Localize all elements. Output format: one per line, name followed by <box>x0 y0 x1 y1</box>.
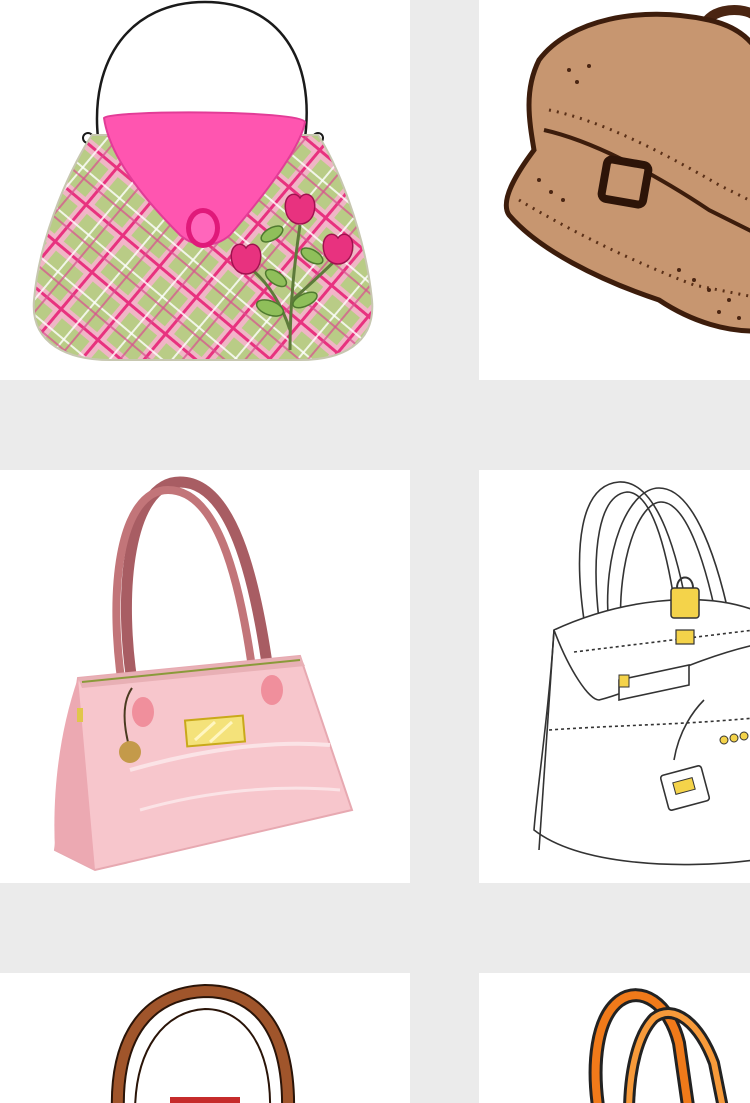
gallery-tile-plaid-handbag[interactable] <box>0 0 410 380</box>
gallery-tile-brown-satchel[interactable] <box>479 0 750 380</box>
gallery-tile-white-birkin[interactable] <box>479 470 750 883</box>
gallery-tile-brown-handle-bag[interactable] <box>0 973 410 1103</box>
gallery-tile-pink-tote[interactable] <box>0 470 410 883</box>
pink-tote-icon <box>53 476 354 872</box>
orange-strap-bag-icon <box>588 988 729 1103</box>
plaid-handbag-icon <box>32 0 374 361</box>
brown-handle-bag-icon <box>110 983 295 1103</box>
gallery-tile-orange-strap-bag[interactable] <box>479 973 750 1103</box>
brown-satchel-icon <box>503 5 750 334</box>
white-birkin-sketch-icon <box>533 481 750 866</box>
